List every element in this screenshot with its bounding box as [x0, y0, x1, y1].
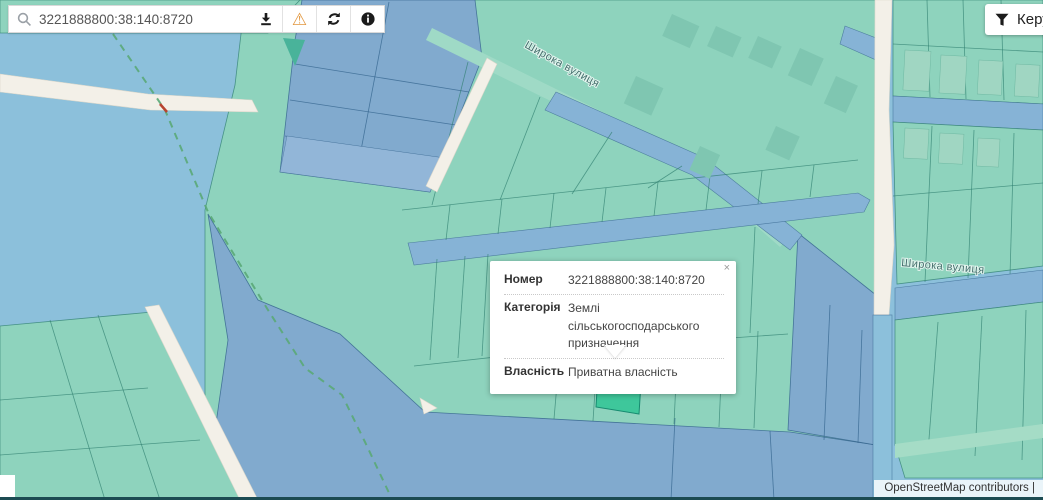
popup-label: Номер — [504, 272, 568, 289]
east-parcels — [893, 0, 1043, 478]
search-toolbar: ⚠ — [8, 5, 385, 33]
info-button[interactable] — [350, 6, 384, 32]
manage-filter-button[interactable]: Керув — [985, 4, 1043, 35]
corner-control — [0, 475, 15, 497]
parcel-info-popup: × Номер 3221888800:38:140:8720 Категорія… — [490, 261, 736, 394]
map-attribution[interactable]: OpenStreetMap contributors | — [874, 480, 1043, 497]
popup-label: Власність — [504, 364, 568, 381]
popup-row-ownership: Власність Приватна власність — [504, 359, 724, 386]
popup-row-number: Номер 3221888800:38:140:8720 — [504, 267, 724, 295]
warning-button[interactable]: ⚠ — [282, 6, 316, 32]
refresh-arrows-icon — [326, 11, 342, 27]
filter-button-label: Керув — [1017, 11, 1043, 28]
map-canvas[interactable]: Широка вулиця Широка вулиця — [0, 0, 1043, 500]
cadastral-map-app: { "toolbar": { "search_value": "32218888… — [0, 0, 1043, 500]
popup-value: Землі сільськогосподарського призначення — [568, 300, 724, 352]
funnel-icon — [995, 13, 1009, 27]
popup-pointer — [604, 345, 626, 358]
info-circle-icon — [360, 11, 376, 27]
refresh-button[interactable] — [316, 6, 350, 32]
popup-close-button[interactable]: × — [724, 263, 730, 274]
download-button[interactable] — [249, 6, 282, 32]
search-icon — [9, 12, 39, 27]
popup-value: Приватна власність — [568, 364, 724, 381]
search-input[interactable] — [39, 12, 249, 27]
popup-value: 3221888800:38:140:8720 — [568, 272, 724, 289]
east-canal-strip — [873, 315, 892, 500]
warning-triangle-icon: ⚠ — [292, 11, 307, 28]
popup-label: Категорія — [504, 300, 568, 352]
